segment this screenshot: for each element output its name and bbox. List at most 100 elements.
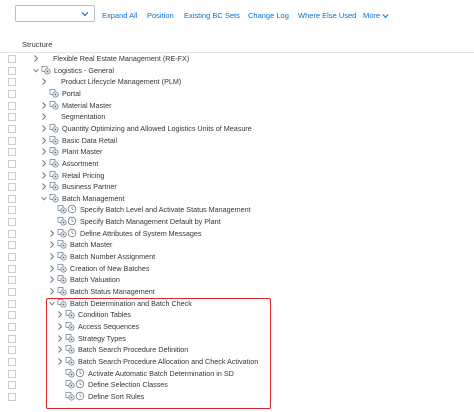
row-checkbox[interactable] <box>8 381 16 390</box>
tree-row[interactable]: Basic Data Retail <box>0 135 474 147</box>
chevron-down-icon[interactable] <box>40 194 48 203</box>
tree-row[interactable]: Condition Tables <box>0 309 474 321</box>
row-checkbox[interactable] <box>8 78 16 87</box>
tree-row[interactable]: Batch Determination and Batch Check <box>0 298 474 310</box>
row-checkbox[interactable] <box>8 194 16 203</box>
variant-dropdown[interactable] <box>15 5 95 22</box>
position-button[interactable]: Position <box>147 10 174 22</box>
tree-row[interactable]: Product Lifecycle Management (PLM) <box>0 76 474 88</box>
chevron-right-icon[interactable] <box>40 171 48 180</box>
clock-icon[interactable] <box>75 391 85 401</box>
tree-row[interactable]: Business Partner <box>0 181 474 193</box>
tree-row[interactable]: Creation of New Batches <box>0 263 474 275</box>
chevron-right-icon[interactable] <box>48 240 56 249</box>
tree-row[interactable]: Batch Master <box>0 239 474 251</box>
chevron-down-icon[interactable] <box>48 299 56 308</box>
tree-row[interactable]: Access Sequences <box>0 321 474 333</box>
clock-icon[interactable] <box>67 204 77 214</box>
tree-row[interactable]: Batch Valuation <box>0 274 474 286</box>
tree-row[interactable]: Plant Master <box>0 146 474 158</box>
chevron-right-icon[interactable] <box>40 182 48 191</box>
chevron-right-icon[interactable] <box>56 345 64 354</box>
row-checkbox[interactable] <box>8 334 16 343</box>
row-checkbox[interactable] <box>8 113 16 122</box>
chevron-right-icon[interactable] <box>32 54 40 63</box>
row-checkbox[interactable] <box>8 55 16 63</box>
expand-all-button[interactable]: Expand All <box>102 10 137 22</box>
row-checkbox[interactable] <box>8 171 16 180</box>
clock-icon[interactable] <box>67 216 77 226</box>
tree-row[interactable]: Define Selection Classes <box>0 379 474 391</box>
tree-row[interactable]: Activate Automatic Batch Determination i… <box>0 368 474 380</box>
chevron-right-icon[interactable] <box>48 287 56 296</box>
tree-row[interactable]: Flexible Real Estate Management (RE-FX) <box>0 53 474 65</box>
row-checkbox[interactable] <box>8 264 16 273</box>
tree-row[interactable]: Retail Pricing <box>0 170 474 182</box>
chevron-right-icon[interactable] <box>40 147 48 156</box>
row-checkbox[interactable] <box>8 218 16 227</box>
tree-row[interactable]: Logistics - General <box>0 65 474 77</box>
chevron-right-icon[interactable] <box>56 322 64 331</box>
tree-row[interactable]: Portal <box>0 88 474 100</box>
tree-row[interactable]: Define Sort Rules <box>0 391 474 403</box>
chevron-right-icon[interactable] <box>40 159 48 168</box>
row-checkbox[interactable] <box>8 183 16 192</box>
clock-icon[interactable] <box>67 228 77 238</box>
row-checkbox[interactable] <box>8 322 16 331</box>
row-checkbox[interactable] <box>8 159 16 168</box>
more-button[interactable]: More <box>363 10 389 22</box>
row-checkbox[interactable] <box>8 311 16 320</box>
chevron-right-icon[interactable] <box>40 136 48 145</box>
chevron-right-icon[interactable] <box>40 124 48 133</box>
row-checkbox[interactable] <box>8 101 16 110</box>
row-checkbox[interactable] <box>8 124 16 133</box>
tree-row[interactable]: Batch Search Procedure Allocation and Ch… <box>0 356 474 368</box>
row-checkbox[interactable] <box>8 392 16 401</box>
tree-row[interactable]: Batch Search Procedure Definition <box>0 344 474 356</box>
tree-row[interactable]: Strategy Types <box>0 333 474 345</box>
row-checkbox[interactable] <box>8 66 16 75</box>
row-checkbox[interactable] <box>8 369 16 378</box>
tree-row[interactable]: Specify Batch Management Default by Plan… <box>0 216 474 228</box>
tree-row[interactable]: Batch Status Management <box>0 286 474 298</box>
row-checkbox[interactable] <box>8 299 16 308</box>
row-checkbox[interactable] <box>8 206 16 215</box>
row-checkbox[interactable] <box>8 89 16 98</box>
chevron-right-icon[interactable] <box>56 310 64 319</box>
where-else-used-button[interactable]: Where Else Used <box>298 10 356 22</box>
tree-row[interactable]: Batch Management <box>0 193 474 205</box>
chevron-right-icon[interactable] <box>56 357 64 366</box>
tree-row[interactable]: Define Attributes of System Messages <box>0 228 474 240</box>
row-checkbox[interactable] <box>8 241 16 250</box>
chevron-right-icon[interactable] <box>40 77 48 86</box>
tree-row[interactable]: Quantity Optimizing and Allowed Logistic… <box>0 123 474 135</box>
chevron-right-icon[interactable] <box>40 112 48 121</box>
row-checkbox[interactable] <box>8 136 16 145</box>
chevron-right-icon[interactable] <box>48 275 56 284</box>
chevron-right-icon[interactable] <box>40 101 48 110</box>
row-checkbox[interactable] <box>8 346 16 355</box>
img-activity-icon <box>65 356 75 366</box>
existing-bc-sets-button[interactable]: Existing BC Sets <box>184 10 240 22</box>
chevron-right-icon[interactable] <box>48 264 56 273</box>
row-checkbox[interactable] <box>8 276 16 285</box>
tree-item-label: Logistics - General <box>54 65 114 75</box>
row-checkbox[interactable] <box>8 148 16 157</box>
row-checkbox[interactable] <box>8 357 16 366</box>
img-activity-icon <box>57 239 67 249</box>
chevron-right-icon[interactable] <box>48 229 56 238</box>
tree-row[interactable]: Batch Number Assignment <box>0 251 474 263</box>
clock-icon[interactable] <box>75 368 85 378</box>
row-checkbox[interactable] <box>8 229 16 238</box>
row-checkbox[interactable] <box>8 288 16 296</box>
clock-icon[interactable] <box>75 379 85 389</box>
change-log-button[interactable]: Change Log <box>248 10 289 22</box>
tree-row[interactable]: Assortment <box>0 158 474 170</box>
row-checkbox[interactable] <box>8 253 16 262</box>
tree-row[interactable]: Material Master <box>0 100 474 112</box>
chevron-right-icon[interactable] <box>48 252 56 261</box>
chevron-right-icon[interactable] <box>56 334 64 343</box>
chevron-down-icon[interactable] <box>32 66 40 75</box>
tree-row[interactable]: Segmentation <box>0 111 474 123</box>
tree-row[interactable]: Specify Batch Level and Activate Status … <box>0 204 474 216</box>
